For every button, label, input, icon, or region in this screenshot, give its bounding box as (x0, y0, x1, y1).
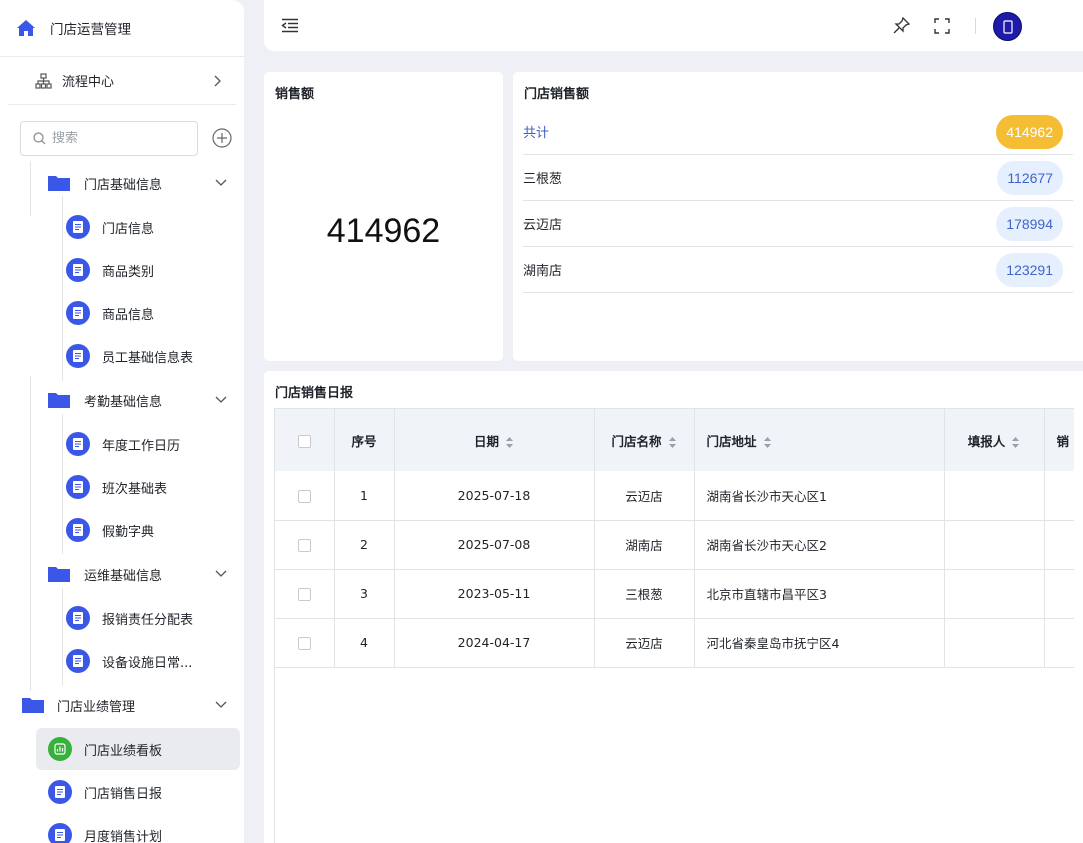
search-icon (33, 131, 46, 144)
value-pill: 178994 (996, 206, 1063, 241)
value-pill: 414962 (996, 114, 1063, 149)
toolbar-divider (975, 18, 976, 34)
sort-icon[interactable] (668, 436, 677, 449)
value-pill: 112677 (997, 160, 1063, 195)
row-checkbox[interactable] (297, 489, 311, 503)
column-header-reporter[interactable]: 填报人 (944, 409, 1045, 471)
chevron-down-icon (215, 570, 227, 577)
daily-report-title: 门店销售日报 (275, 386, 354, 401)
column-header-truncated: 销 (1044, 409, 1074, 471)
document-icon (66, 475, 90, 499)
chevron-down-icon (215, 179, 227, 186)
nav-item-leave-dictionary[interactable]: 假勤字典 (66, 512, 154, 548)
chevron-right-icon (214, 75, 221, 86)
column-header-no: 序号 (334, 409, 395, 471)
value-pill: 123291 (996, 252, 1063, 287)
nav-item-reimbursement[interactable]: 报销责任分配表 (66, 600, 193, 636)
document-icon (66, 518, 90, 542)
document-icon (66, 301, 90, 325)
nav-item-employee-info[interactable]: 员工基础信息表 (66, 338, 193, 374)
nav-group-ops-basic[interactable]: 运维基础信息 (48, 556, 238, 592)
document-icon (66, 215, 90, 239)
nav-group-performance[interactable]: 门店业绩管理 (22, 687, 238, 723)
chevron-down-icon (215, 396, 227, 403)
document-icon (48, 780, 72, 804)
sales-total-value: 414962 (326, 212, 441, 250)
table-header-row: 序号 日期 门店名称 门店地址 填报人 销 (275, 409, 1074, 471)
folder-icon (22, 698, 44, 713)
daily-report-table: 序号 日期 门店名称 门店地址 填报人 销 1 2025-07-18 云迈店 湖… (274, 408, 1074, 843)
row-checkbox[interactable] (297, 539, 311, 552)
store-sales-row: 湖南店 123291 (523, 247, 1073, 293)
chevron-down-icon (215, 701, 227, 708)
nav-item-equipment-daily[interactable]: 设备设施日常... (66, 643, 192, 679)
avatar[interactable] (993, 12, 1022, 41)
sidebar: 门店运营管理 流程中心 门店基础信息 门店信息 商品类别 (0, 0, 244, 843)
search-input[interactable] (52, 130, 182, 146)
row-checkbox[interactable] (297, 637, 311, 650)
column-header-store[interactable]: 门店名称 (594, 409, 695, 471)
folder-icon (48, 176, 70, 191)
flow-center-link[interactable]: 流程中心 (8, 57, 236, 105)
fullscreen-icon[interactable] (934, 18, 950, 34)
pin-icon[interactable] (893, 17, 910, 34)
nav-item-product-category[interactable]: 商品类别 (66, 252, 154, 288)
search-box[interactable] (20, 120, 198, 156)
document-icon (66, 258, 90, 282)
sales-card-title: 销售额 (275, 87, 315, 102)
sales-card: 销售额 414962 (264, 72, 503, 361)
collapse-sidebar-icon[interactable] (281, 18, 299, 33)
org-chart-icon (35, 72, 52, 89)
daily-report-card: 门店销售日报 序号 日期 门店名称 门店地址 填报人 销 1 2025-07-1… (264, 371, 1083, 843)
document-icon (66, 606, 90, 630)
table-row[interactable]: 1 2025-07-18 云迈店 湖南省长沙市天心区1 (275, 471, 1074, 521)
document-icon (66, 649, 90, 673)
store-sales-row: 三根葱 112677 (523, 155, 1073, 201)
sort-icon[interactable] (505, 436, 514, 449)
row-checkbox[interactable] (297, 588, 311, 601)
nav-item-annual-calendar[interactable]: 年度工作日历 (66, 426, 180, 462)
dashboard-icon (48, 737, 72, 761)
app-header[interactable]: 门店运营管理 (0, 0, 244, 57)
top-bar (264, 0, 1083, 51)
document-icon (66, 432, 90, 456)
sort-icon[interactable] (763, 436, 772, 449)
table-row[interactable]: 4 2024-04-17 云迈店 河北省秦皇岛市抚宁区4 (275, 618, 1074, 668)
app-title: 门店运营管理 (50, 22, 131, 38)
flow-center-label: 流程中心 (62, 75, 115, 90)
add-circle-icon[interactable] (212, 128, 232, 148)
select-all-checkbox[interactable] (297, 434, 311, 448)
user-avatar-icon (1003, 20, 1013, 34)
nav-item-daily-report[interactable]: 门店销售日报 (48, 774, 162, 810)
sort-icon[interactable] (1011, 436, 1020, 449)
nav-item-monthly-plan[interactable]: 月度销售计划 (48, 817, 162, 843)
select-all-cell (275, 409, 335, 471)
table-row[interactable]: 2 2025-07-08 湖南店 湖南省长沙市天心区2 (275, 520, 1074, 570)
store-sales-row-total: 共计 414962 (523, 109, 1073, 155)
store-sales-title: 门店销售额 (524, 87, 590, 102)
table-row[interactable]: 3 2023-05-11 三根葱 北京市直辖市昌平区3 (275, 569, 1074, 619)
column-header-date[interactable]: 日期 (394, 409, 595, 471)
column-header-address[interactable]: 门店地址 (694, 409, 945, 471)
document-icon (48, 823, 72, 843)
folder-icon (48, 393, 70, 408)
nav-item-product-info[interactable]: 商品信息 (66, 295, 154, 331)
folder-icon (48, 567, 70, 582)
nav-item-shift-table[interactable]: 班次基础表 (66, 469, 167, 505)
nav-item-performance-board[interactable]: 门店业绩看板 (48, 731, 162, 767)
store-sales-row: 云迈店 178994 (523, 201, 1073, 247)
search-row (0, 105, 244, 161)
document-icon (66, 344, 90, 368)
store-sales-card: 门店销售额 共计 414962 三根葱 112677 云迈店 178994 湖南… (513, 72, 1083, 361)
nav-group-store-basic[interactable]: 门店基础信息 (48, 165, 238, 201)
nav-group-attendance-basic[interactable]: 考勤基础信息 (48, 382, 238, 418)
home-icon (17, 20, 35, 36)
nav-item-store-info[interactable]: 门店信息 (66, 209, 154, 245)
